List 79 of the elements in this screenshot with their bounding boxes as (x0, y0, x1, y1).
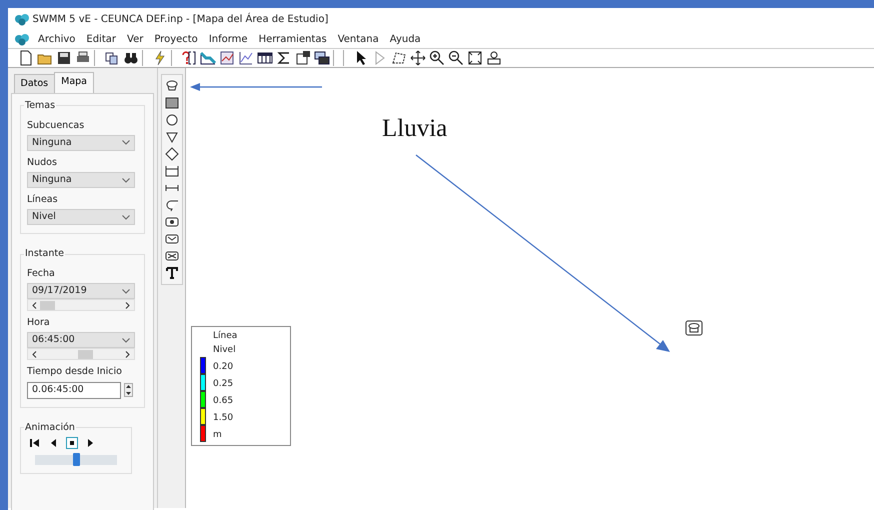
save-icon (56, 50, 72, 66)
stop-icon[interactable] (66, 437, 78, 450)
legend-label: 0.25 (213, 378, 234, 390)
binoculars-icon (122, 50, 138, 66)
dropdown[interactable]: Ninguna (27, 134, 135, 151)
app-icon (14, 12, 30, 26)
sigma-icon (276, 50, 292, 66)
menu-item[interactable]: Archivo (38, 32, 76, 46)
dropdown[interactable]: 09/17/2019 (27, 283, 135, 300)
legend-subtitle: Nivel (213, 344, 237, 356)
dropdown-value: 09/17/2019 (32, 284, 87, 298)
play-icon[interactable] (88, 438, 94, 448)
menu-item[interactable]: Herramientas (258, 32, 327, 46)
slider-thumb[interactable] (73, 453, 80, 466)
legend-label: m (213, 428, 222, 442)
graph-icon (218, 50, 234, 66)
dropdown-value: Ninguna (32, 173, 72, 188)
tab[interactable]: Datos (14, 74, 56, 94)
legend-label: 1.50 (213, 412, 234, 424)
scroll-right-icon[interactable] (125, 302, 130, 309)
dropdown-value: Nivel (32, 210, 56, 224)
zoom-in-button[interactable] (427, 49, 446, 67)
windows-icon (314, 50, 330, 66)
storage-icon[interactable] (165, 164, 179, 178)
speed-slider[interactable] (35, 455, 117, 466)
dropdown-value: 06:45:00 (32, 333, 75, 348)
window-title: SWMM 5 vE - CEUNCA DEF.inp - [Mapa del Área de Estudio] (32, 12, 328, 26)
dropdown[interactable]: 06:45:00 (27, 332, 135, 348)
field-label: Fecha (27, 266, 56, 281)
outlet-icon[interactable] (165, 249, 179, 263)
dropdown[interactable]: Ninguna (27, 172, 135, 188)
full-extent-icon (466, 50, 482, 66)
dropdown-value: Ninguna (32, 136, 72, 150)
menu-item[interactable]: Proyecto (154, 32, 198, 46)
chart-icon (238, 50, 254, 66)
dropdown[interactable]: Nivel (27, 209, 135, 226)
scroll-bar[interactable] (27, 348, 135, 360)
scroll-bar[interactable] (27, 299, 135, 312)
scroll-thumb[interactable] (40, 301, 55, 310)
zoom-out-button[interactable] (446, 49, 465, 67)
step-back-icon[interactable] (50, 438, 56, 448)
legend-label: 0.20 (213, 360, 234, 374)
field-label: Hora (27, 316, 51, 330)
menu-item[interactable]: Ventana (338, 32, 379, 46)
field-label: Subcuencas (27, 118, 86, 133)
field-label: Tiempo desde Inicio (27, 365, 123, 380)
scroll-right-icon[interactable] (125, 350, 130, 358)
scroll-left-icon[interactable] (32, 350, 37, 358)
menu-item[interactable]: Ver (127, 32, 144, 46)
rewind-icon[interactable] (30, 438, 40, 448)
subcatchment-icon[interactable] (165, 96, 179, 110)
pan-icon (410, 50, 426, 66)
menu-item[interactable]: Ayuda (390, 32, 421, 46)
text-tool-icon[interactable] (165, 266, 179, 280)
select-region-icon (390, 50, 406, 66)
group-label: Animación (24, 422, 76, 433)
field-label: Nudos (27, 156, 58, 170)
orifice-icon[interactable] (165, 215, 179, 229)
weir-icon[interactable] (165, 232, 179, 246)
field-label: Líneas (27, 193, 59, 208)
scroll-left-icon[interactable] (32, 302, 37, 309)
windows-button[interactable] (312, 49, 331, 67)
tab[interactable]: Mapa (54, 72, 94, 94)
legend-title: Línea (213, 330, 238, 343)
menu-item[interactable]: Informe (208, 32, 248, 46)
divider-icon[interactable] (165, 147, 179, 161)
rain-gauge-icon[interactable] (165, 79, 179, 93)
spin-arrows-icon[interactable] (124, 383, 132, 398)
menu-item[interactable]: Editar (86, 32, 116, 46)
legend-label: 0.65 (213, 394, 234, 408)
junction-icon[interactable] (165, 113, 179, 127)
scroll-thumb[interactable] (78, 350, 93, 360)
pump-icon[interactable] (165, 198, 179, 212)
rain-gauge-icon[interactable] (686, 320, 702, 336)
spin-field[interactable]: 0.06:45:00 (27, 382, 121, 399)
app-icon[interactable] (14, 32, 30, 46)
pan-button[interactable] (408, 49, 427, 67)
annotation-text: Lluvia (382, 114, 448, 144)
outfall-icon[interactable] (165, 130, 179, 144)
